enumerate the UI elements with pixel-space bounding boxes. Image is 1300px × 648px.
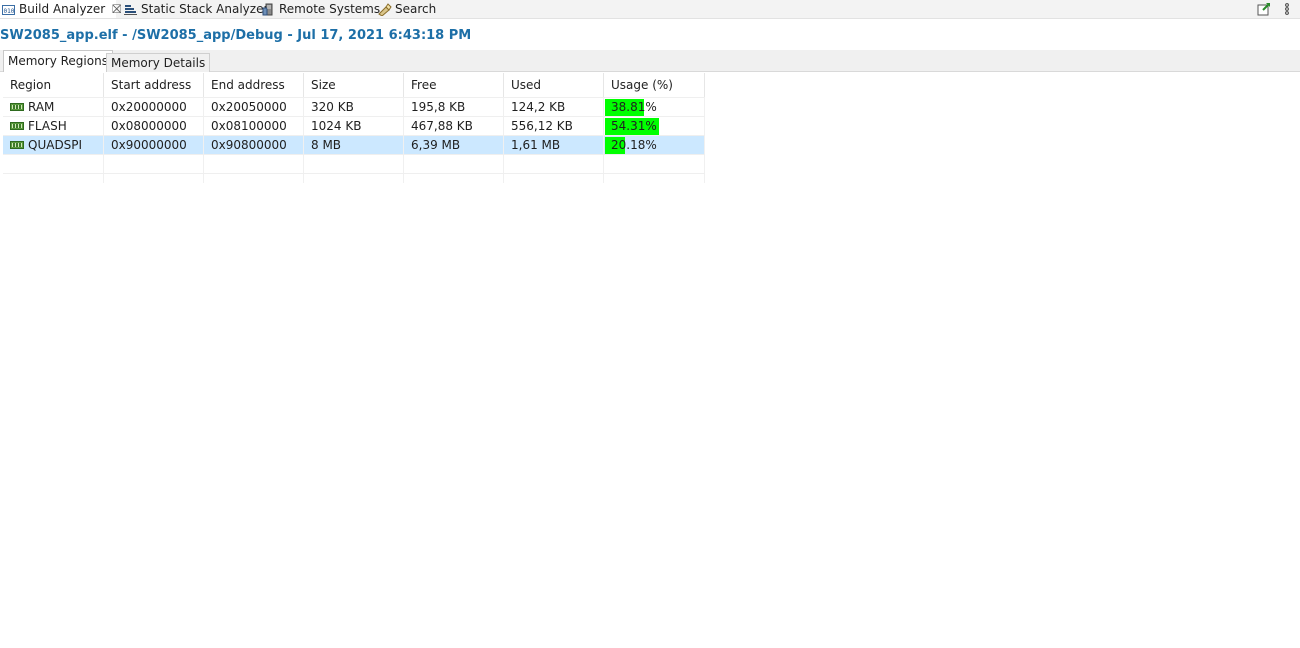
free-value: 6,39 MB [404, 136, 504, 154]
start-address: 0x90000000 [104, 136, 204, 154]
start-address: 0x08000000 [104, 117, 204, 135]
pin-view-icon[interactable] [1257, 2, 1271, 16]
usage-percent: 20.18% [611, 138, 657, 152]
free-value: 467,88 KB [404, 117, 504, 135]
column-header-end-address[interactable]: End address [204, 73, 304, 97]
column-header-used[interactable]: Used [504, 73, 604, 97]
inner-tab-strip: Memory Regions Memory Details [0, 50, 1300, 72]
svg-text:010: 010 [4, 8, 15, 15]
tab-build-analyzer[interactable]: 010 Build Analyzer ⛝ [0, 0, 121, 18]
tab-search[interactable]: Search [376, 0, 436, 18]
page-title: SW2085_app.elf - /SW2085_app/Debug - Jul… [0, 28, 472, 43]
column-header-size[interactable]: Size [304, 73, 404, 97]
start-address: 0x20000000 [104, 98, 204, 116]
binary-icon: 010 [2, 3, 15, 16]
memory-chip-icon [10, 140, 24, 149]
used-value: 124,2 KB [504, 98, 604, 116]
tab-label: Static Stack Analyzer [141, 2, 269, 16]
server-icon [262, 3, 275, 16]
size-value: 1024 KB [304, 117, 404, 135]
tab-label: Search [395, 2, 437, 16]
stack-icon [124, 3, 137, 16]
tab-memory-regions[interactable]: Memory Regions [3, 50, 113, 72]
view-tab-bar: 010 Build Analyzer ⛝ Static Stack Analyz… [0, 0, 1300, 19]
size-value: 320 KB [304, 98, 404, 116]
table-header: Region Start address End address Size Fr… [3, 73, 705, 98]
empty-row [3, 155, 705, 174]
table-row[interactable]: RAM 0x20000000 0x20050000 320 KB 195,8 K… [3, 98, 705, 117]
end-address: 0x90800000 [204, 136, 304, 154]
column-header-usage[interactable]: Usage (%) [604, 73, 705, 97]
table-row[interactable]: FLASH 0x08000000 0x08100000 1024 KB 467,… [3, 117, 705, 136]
free-value: 195,8 KB [404, 98, 504, 116]
tab-label: Build Analyzer [19, 2, 106, 16]
flashlight-icon [378, 2, 392, 17]
tab-memory-details[interactable]: Memory Details [106, 53, 211, 72]
end-address: 0x08100000 [204, 117, 304, 135]
tab-remote-systems[interactable]: Remote Systems [260, 0, 380, 18]
used-value: 556,12 KB [504, 117, 604, 135]
close-icon[interactable]: ⛝ [112, 3, 121, 15]
empty-row [3, 174, 705, 183]
region-name: FLASH [28, 119, 67, 133]
region-name: QUADSPI [28, 138, 83, 152]
used-value: 1,61 MB [504, 136, 604, 154]
end-address: 0x20050000 [204, 98, 304, 116]
memory-chip-icon [10, 102, 24, 111]
memory-chip-icon [10, 121, 24, 130]
memory-regions-table: Region Start address End address Size Fr… [3, 73, 705, 183]
tab-label: Remote Systems [279, 2, 381, 16]
usage-percent: 38.81% [611, 100, 657, 114]
usage-percent: 54.31% [611, 119, 657, 133]
table-row[interactable]: QUADSPI 0x90000000 0x90800000 8 MB 6,39 … [3, 136, 705, 155]
region-name: RAM [28, 100, 55, 114]
column-header-start-address[interactable]: Start address [104, 73, 204, 97]
view-menu-icon[interactable] [1283, 2, 1297, 16]
column-header-free[interactable]: Free [404, 73, 504, 97]
size-value: 8 MB [304, 136, 404, 154]
column-header-region[interactable]: Region [3, 73, 104, 97]
tab-static-stack-analyzer[interactable]: Static Stack Analyzer [122, 0, 268, 18]
